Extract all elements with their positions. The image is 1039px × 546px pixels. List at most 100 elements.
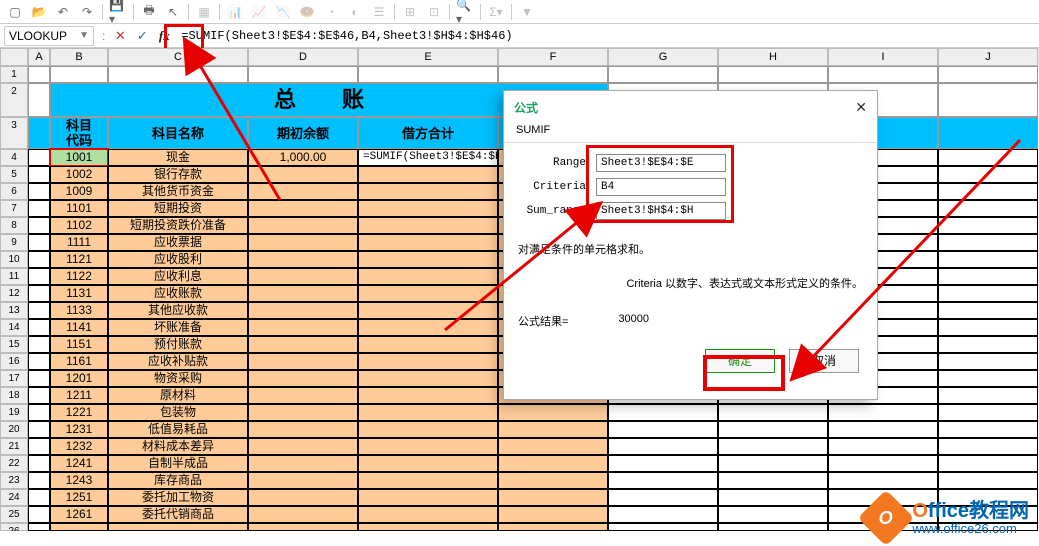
cell-name[interactable]: 低值易耗品: [108, 421, 248, 438]
cell[interactable]: [938, 421, 1038, 438]
row-header[interactable]: 9: [0, 234, 28, 251]
col-header-c[interactable]: C: [108, 48, 248, 66]
cell[interactable]: [608, 404, 718, 421]
cell-opening[interactable]: [248, 387, 358, 404]
cell[interactable]: [608, 455, 718, 472]
header-name[interactable]: 科目名称: [108, 117, 248, 149]
col-header-j[interactable]: J: [938, 48, 1038, 66]
cell-debit[interactable]: [358, 438, 498, 455]
cell[interactable]: [608, 489, 718, 506]
cell-code[interactable]: 1131: [50, 285, 108, 302]
cell-name[interactable]: 材料成本差异: [108, 438, 248, 455]
cell[interactable]: [108, 66, 248, 83]
cell-name[interactable]: 银行存款: [108, 166, 248, 183]
col-header-d[interactable]: D: [248, 48, 358, 66]
cell-credit[interactable]: [498, 404, 608, 421]
cell-name[interactable]: 应收票据: [108, 234, 248, 251]
cursor-icon[interactable]: ↖: [164, 3, 182, 21]
cell-credit[interactable]: [498, 421, 608, 438]
cell[interactable]: [938, 66, 1038, 83]
cell-code[interactable]: 1141: [50, 319, 108, 336]
cell[interactable]: [28, 83, 50, 117]
cell[interactable]: [608, 438, 718, 455]
sigma-icon[interactable]: Σ▾: [487, 3, 505, 21]
close-icon[interactable]: ✕: [855, 99, 867, 116]
cell[interactable]: [28, 404, 50, 421]
cell-code[interactable]: 1261: [50, 506, 108, 523]
cell[interactable]: [938, 387, 1038, 404]
cell-code[interactable]: 1102: [50, 217, 108, 234]
cell-code[interactable]: 1251: [50, 489, 108, 506]
cell-debit[interactable]: [358, 370, 498, 387]
cell[interactable]: [608, 472, 718, 489]
row-header[interactable]: 14: [0, 319, 28, 336]
cell[interactable]: [50, 66, 108, 83]
cell-name[interactable]: 坏账准备: [108, 319, 248, 336]
cell[interactable]: [718, 489, 828, 506]
name-box[interactable]: VLOOKUP ▼: [4, 26, 94, 46]
cell[interactable]: [28, 234, 50, 251]
col-header-f[interactable]: F: [498, 48, 608, 66]
cell[interactable]: [938, 285, 1038, 302]
row-header[interactable]: 1: [0, 66, 28, 83]
cell[interactable]: [498, 523, 608, 531]
cell[interactable]: [938, 234, 1038, 251]
cell[interactable]: [938, 166, 1038, 183]
cell[interactable]: [28, 370, 50, 387]
cell[interactable]: [28, 217, 50, 234]
row-header[interactable]: 7: [0, 200, 28, 217]
cell-name[interactable]: 其他应收款: [108, 302, 248, 319]
cell-opening[interactable]: [248, 183, 358, 200]
cell[interactable]: [718, 472, 828, 489]
cell-opening[interactable]: [248, 421, 358, 438]
cell-debit[interactable]: [358, 285, 498, 302]
arg-input-sumrange[interactable]: Sheet3!$H$4:$H: [596, 202, 726, 220]
cell-debit[interactable]: [358, 336, 498, 353]
ok-button[interactable]: 确定: [705, 349, 775, 373]
row-header[interactable]: 24: [0, 489, 28, 506]
cell-code[interactable]: 1009: [50, 183, 108, 200]
cell-name[interactable]: 库存商品: [108, 472, 248, 489]
cell[interactable]: [938, 200, 1038, 217]
cell-debit[interactable]: [358, 183, 498, 200]
row-header[interactable]: 12: [0, 285, 28, 302]
cell-code[interactable]: 1243: [50, 472, 108, 489]
cell[interactable]: [358, 66, 498, 83]
cell-debit[interactable]: [358, 455, 498, 472]
cell-debit[interactable]: [358, 251, 498, 268]
cell-opening[interactable]: [248, 489, 358, 506]
cell-code[interactable]: 1121: [50, 251, 108, 268]
cell[interactable]: [938, 353, 1038, 370]
select-all-corner[interactable]: [0, 48, 28, 66]
cell[interactable]: [28, 66, 50, 83]
cell[interactable]: [828, 404, 938, 421]
cell-opening[interactable]: 1,000.00: [248, 149, 358, 166]
cell[interactable]: [28, 117, 50, 149]
cell[interactable]: [938, 251, 1038, 268]
cell-code[interactable]: 1201: [50, 370, 108, 387]
cell-opening[interactable]: [248, 285, 358, 302]
cell[interactable]: [938, 370, 1038, 387]
cell-code[interactable]: 1151: [50, 336, 108, 353]
cell-opening[interactable]: [248, 217, 358, 234]
undo-icon[interactable]: ↶: [54, 3, 72, 21]
cell[interactable]: [28, 506, 50, 523]
cancel-formula-icon[interactable]: ✕: [109, 28, 131, 44]
cell[interactable]: [358, 523, 498, 531]
cell-credit[interactable]: [498, 455, 608, 472]
cell-credit[interactable]: [498, 489, 608, 506]
func-icon[interactable]: ⊡: [425, 3, 443, 21]
cell[interactable]: [828, 455, 938, 472]
cell-opening[interactable]: [248, 455, 358, 472]
row-header[interactable]: 3: [0, 117, 28, 149]
cell[interactable]: [938, 149, 1038, 166]
cell[interactable]: [718, 66, 828, 83]
chart-icon[interactable]: 📊: [226, 3, 244, 21]
cell[interactable]: [828, 66, 938, 83]
cell-name[interactable]: 自制半成品: [108, 455, 248, 472]
cell-opening[interactable]: [248, 319, 358, 336]
cell-credit[interactable]: [498, 472, 608, 489]
cell-opening[interactable]: [248, 438, 358, 455]
cell[interactable]: [828, 438, 938, 455]
col-header-i[interactable]: I: [828, 48, 938, 66]
